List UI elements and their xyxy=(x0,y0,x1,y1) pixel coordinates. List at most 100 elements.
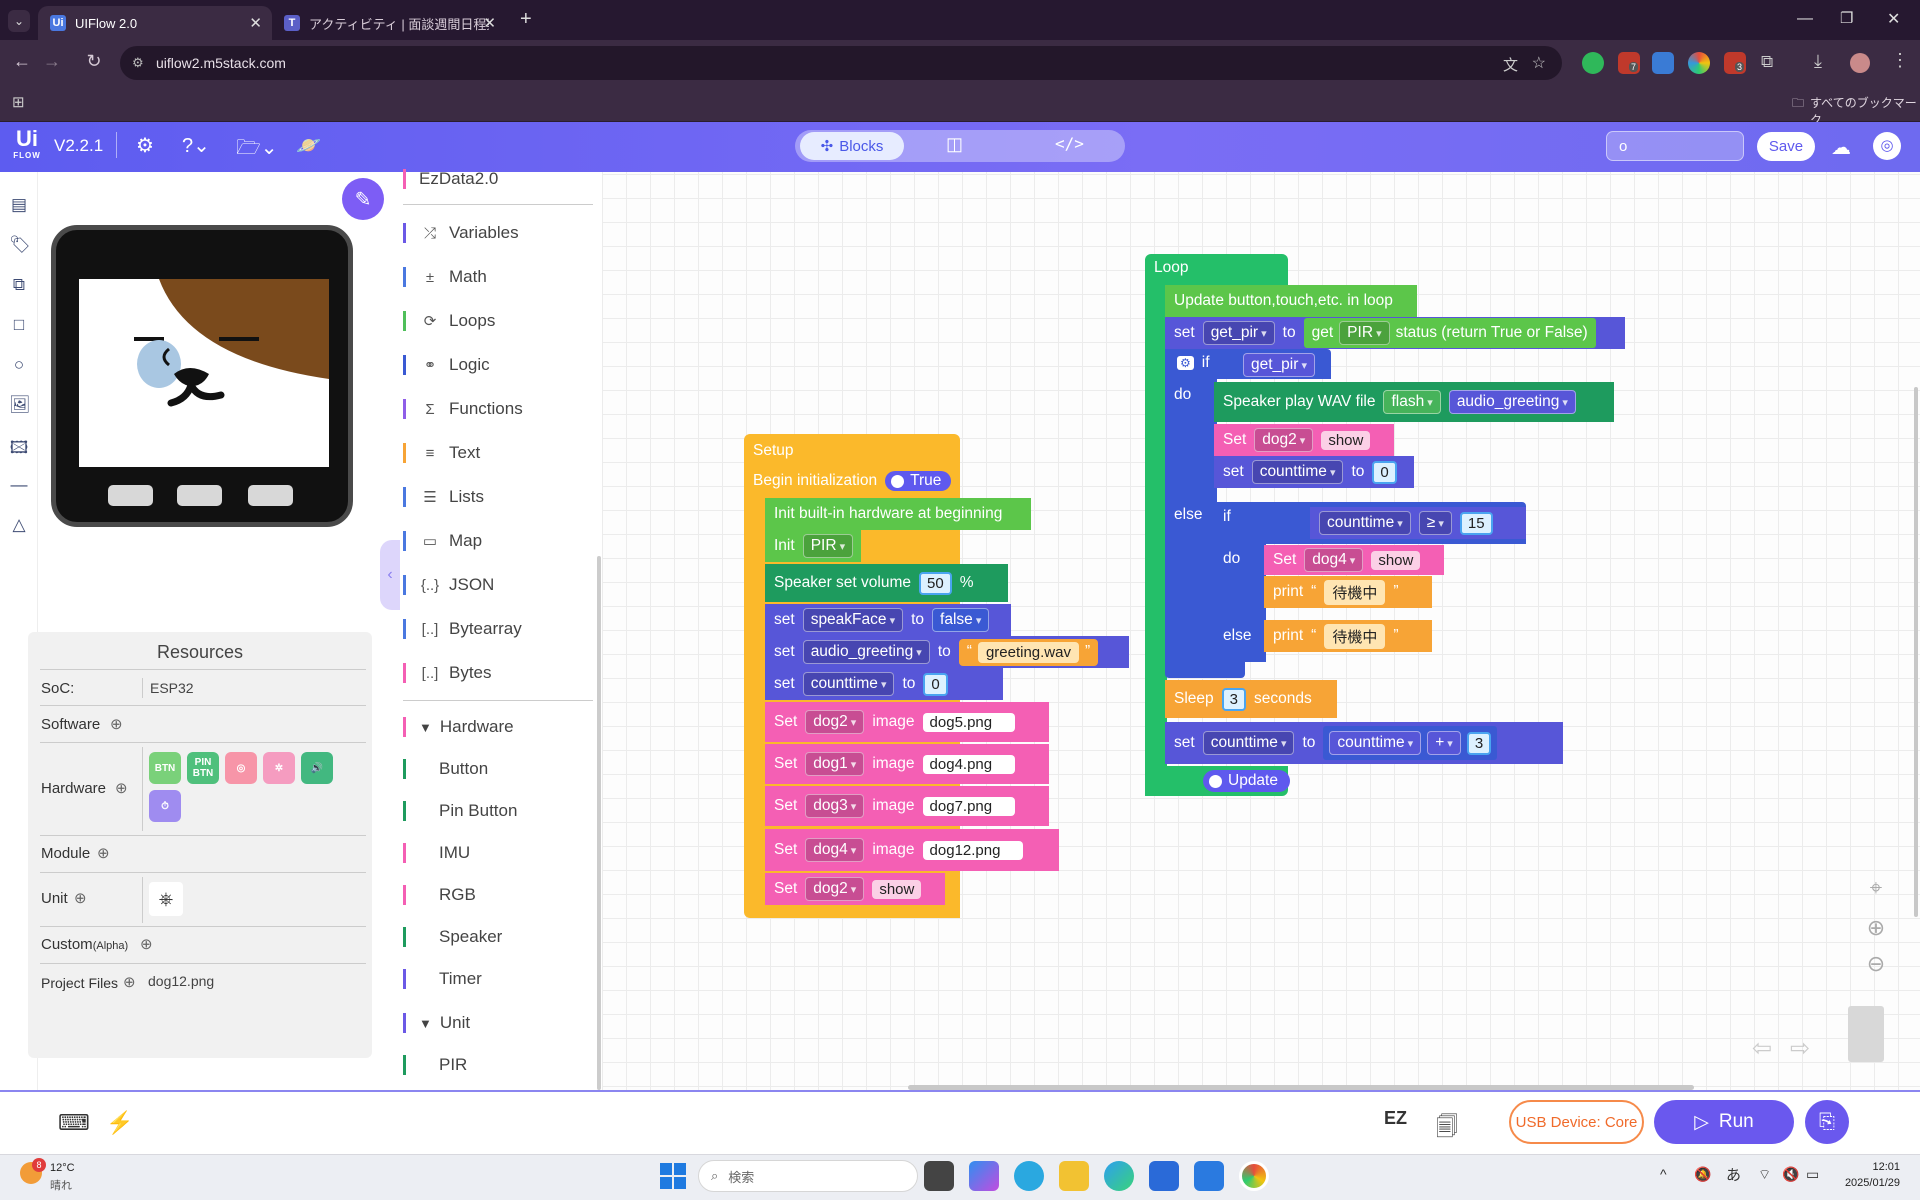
timer-badge-icon[interactable]: ⏱ xyxy=(149,790,181,822)
category-rgb[interactable]: RGB xyxy=(403,880,476,910)
extensions-puzzle-icon[interactable]: ⧉ xyxy=(1761,52,1773,72)
run-button[interactable]: ▷ Run xyxy=(1654,1100,1794,1144)
pir-unit-icon[interactable]: ⎈ xyxy=(149,882,183,916)
trash-icon[interactable] xyxy=(1848,1006,1884,1062)
close-window-button[interactable]: ✕ xyxy=(1887,9,1900,29)
extension-icon[interactable]: 7 xyxy=(1618,52,1640,74)
speaker-volume-block[interactable]: Speaker set volume 50% xyxy=(765,564,1008,602)
category-map[interactable]: ▭ Map xyxy=(403,526,482,556)
new-tab-button[interactable]: + xyxy=(520,8,532,31)
category-functions[interactable]: Σ Functions xyxy=(403,394,523,424)
device-button-c[interactable] xyxy=(248,485,293,506)
save-button[interactable]: Save xyxy=(1757,132,1815,161)
begin-init-block[interactable]: Begin initialization True xyxy=(744,465,954,497)
update-button-block[interactable]: Update button,touch,etc. in loop xyxy=(1165,285,1417,317)
init-pir-block[interactable]: Init PIR xyxy=(765,530,861,562)
imu-badge-icon[interactable]: ◎ xyxy=(225,752,257,784)
shield-extension-icon[interactable] xyxy=(1582,52,1604,74)
collapse-panel-button[interactable]: ‹ xyxy=(380,540,400,610)
reload-icon[interactable]: ↻ xyxy=(82,51,106,72)
folder-open-icon[interactable]: 🗁⌄ xyxy=(236,133,278,167)
category-button[interactable]: Button xyxy=(403,754,488,784)
planet-icon[interactable]: 🪐 xyxy=(296,133,321,158)
forward-icon[interactable]: → xyxy=(40,51,64,72)
translate-extension-icon[interactable] xyxy=(1652,52,1674,74)
chrome-menu-icon[interactable]: ⋮ xyxy=(1891,50,1909,71)
redo-icon[interactable]: ⇨ xyxy=(1790,1034,1810,1063)
tab-teams[interactable]: T アクティビティ | 面談週間日程案 | M ✕ xyxy=(272,6,506,40)
notifications-off-icon[interactable]: 🔕 xyxy=(1694,1166,1711,1183)
update-toggle[interactable]: Update xyxy=(1194,769,1290,793)
print-block[interactable]: print “待機中” xyxy=(1264,576,1432,608)
extension-icon[interactable]: 3 xyxy=(1724,52,1746,74)
set-counttime-plus-block[interactable]: setcounttimetocounttime+3 xyxy=(1165,722,1563,764)
speaker-badge-icon[interactable]: 🔊 xyxy=(301,752,333,784)
category-unit[interactable]: ▼ Unit xyxy=(403,1008,470,1038)
category-json[interactable]: {..} JSON xyxy=(403,570,494,600)
cloud-icon[interactable]: ☁ xyxy=(1831,135,1851,160)
ime-indicator[interactable]: あ xyxy=(1726,1164,1741,1185)
init-hw-block[interactable]: Init built-in hardware at beginning xyxy=(765,498,1031,530)
url-input[interactable]: ⚙ uiflow2.m5stack.com 文 ☆ xyxy=(120,46,1562,80)
device-screen[interactable] xyxy=(79,279,329,467)
circle-icon[interactable]: ○ xyxy=(9,355,29,375)
recenter-icon[interactable]: ⌖ xyxy=(1862,875,1890,901)
copilot-icon[interactable] xyxy=(969,1161,999,1191)
ezdata-icon[interactable]: EZ xyxy=(1384,1108,1407,1129)
image-icon[interactable]: 🖼 xyxy=(9,395,31,415)
category-timer[interactable]: Timer xyxy=(403,964,482,994)
user-avatar[interactable]: ◎ xyxy=(1873,132,1901,160)
add-software-icon[interactable]: ⊕ xyxy=(110,715,123,733)
edit-screen-button[interactable]: ✎ xyxy=(342,178,384,220)
split-view-icon[interactable]: ◫ xyxy=(946,134,963,155)
back-icon[interactable]: ← xyxy=(10,51,34,72)
device-button-b[interactable] xyxy=(177,485,222,506)
category-imu[interactable]: IMU xyxy=(403,838,470,868)
add-file-icon[interactable]: ⊕ xyxy=(123,973,136,991)
btn-badge[interactable]: BTN xyxy=(149,752,181,784)
workspace-vscrollbar[interactable] xyxy=(1914,387,1918,917)
set-dog2-show-block[interactable]: Setdog2show xyxy=(1214,424,1394,456)
wifi-icon[interactable]: ⌔ xyxy=(1758,1166,1771,1184)
usb-device-button[interactable]: USB Device: Core xyxy=(1509,1100,1644,1144)
tab-uiflow[interactable]: Ui UIFlow 2.0 ✕ xyxy=(38,6,272,40)
code-view-icon[interactable]: </> xyxy=(1055,134,1084,153)
zoom-in-icon[interactable]: ⊕ xyxy=(1862,915,1890,941)
category-text[interactable]: ≡ Text xyxy=(403,438,480,468)
set-speakface-block[interactable]: setspeakFacetofalse xyxy=(765,604,1011,636)
file-explorer-icon[interactable] xyxy=(1059,1161,1089,1191)
shapes-icon[interactable]: ⧉ xyxy=(9,275,29,295)
store-icon[interactable] xyxy=(1149,1161,1179,1191)
edge-icon[interactable] xyxy=(1104,1161,1134,1191)
speaker-play-block[interactable]: Speaker play WAV fileflashaudio_greeting xyxy=(1214,382,1614,422)
add-custom-icon[interactable]: ⊕ xyxy=(140,935,153,953)
blocks-mode-button[interactable]: ✣ Blocks xyxy=(800,132,904,160)
set-dog4-show-block[interactable]: Setdog4show xyxy=(1264,545,1444,575)
terminal-icon[interactable]: ⌨ xyxy=(58,1110,90,1136)
print-block[interactable]: print “待機中” xyxy=(1264,620,1432,652)
device-button-a[interactable] xyxy=(108,485,153,506)
close-tab-icon[interactable]: ✕ xyxy=(483,14,496,32)
flash-device-icon[interactable]: ⚡ xyxy=(106,1110,133,1136)
help-icon[interactable]: ?⌄ xyxy=(182,133,210,158)
settings-gear-icon[interactable]: ⚙ xyxy=(136,133,154,158)
category-math[interactable]: ± Math xyxy=(403,262,487,292)
chrome-icon[interactable] xyxy=(1239,1161,1269,1191)
download-to-device-button[interactable]: ⎘ xyxy=(1805,1100,1849,1144)
project-name-input[interactable]: o xyxy=(1606,131,1744,161)
category-bytearray[interactable]: [..] Bytearray xyxy=(403,614,522,644)
triangle-icon[interactable]: △ xyxy=(9,515,29,535)
zoom-out-icon[interactable]: ⊖ xyxy=(1862,951,1890,977)
gear-icon[interactable]: ⚙ xyxy=(1177,356,1194,370)
set-image-block[interactable]: Setdog4imagedog12.png xyxy=(765,829,1059,871)
rectangle-icon[interactable]: □ xyxy=(9,315,29,335)
undo-icon[interactable]: ⇦ xyxy=(1752,1034,1772,1063)
restore-button[interactable]: ❐ xyxy=(1840,9,1853,27)
add-hardware-icon[interactable]: ⊕ xyxy=(115,779,128,797)
site-info-icon[interactable]: ⚙ xyxy=(132,55,144,71)
bookmark-star-icon[interactable]: ☆ xyxy=(1532,53,1546,73)
category-hardware[interactable]: ▼ Hardware xyxy=(403,712,514,742)
set-get-pir-block[interactable]: setget_pirtogetPIRstatus (return True or… xyxy=(1165,317,1625,349)
vscode-icon[interactable] xyxy=(1194,1161,1224,1191)
volume-icon[interactable]: 🔇 xyxy=(1782,1166,1799,1183)
